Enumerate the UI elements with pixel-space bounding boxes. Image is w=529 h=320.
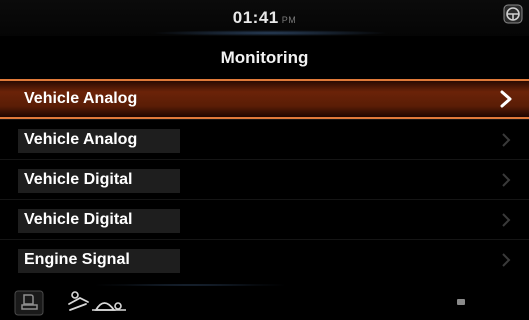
menu-item-engine-signal[interactable]: Engine Signal bbox=[0, 239, 529, 279]
bottom-glow bbox=[90, 284, 290, 286]
chevron-right-icon bbox=[502, 132, 511, 147]
steering-wheel-icon[interactable] bbox=[503, 4, 523, 24]
menu-item-vehicle-analog-1[interactable]: Vehicle Analog bbox=[0, 79, 529, 119]
page-title: Monitoring bbox=[220, 48, 309, 67]
menu-item-vehicle-analog-2[interactable]: Vehicle Analog bbox=[0, 119, 529, 159]
menu-item-vehicle-digital-1[interactable]: Vehicle Digital bbox=[0, 159, 529, 199]
status-glow bbox=[150, 30, 390, 36]
menu-item-label: Vehicle Analog bbox=[24, 130, 138, 148]
bottom-bar bbox=[0, 284, 529, 320]
clock: 01:41 PM bbox=[0, 8, 529, 28]
menu-item-vehicle-digital-2[interactable]: Vehicle Digital bbox=[0, 199, 529, 239]
clock-time: 01:41 bbox=[232, 8, 279, 27]
menu-item-label: Vehicle Analog bbox=[24, 90, 138, 107]
menu-item-label: Engine Signal bbox=[24, 250, 130, 268]
chevron-right-icon bbox=[502, 252, 511, 267]
seat-icon[interactable] bbox=[14, 290, 44, 316]
clock-ampm: PM bbox=[281, 15, 297, 25]
small-indicator-icon[interactable] bbox=[455, 296, 467, 308]
monitoring-menu: Vehicle Analog Vehicle Analog Vehicle Di… bbox=[0, 79, 529, 279]
chevron-right-icon bbox=[500, 90, 512, 108]
status-bar: 01:41 PM bbox=[0, 0, 529, 36]
chevron-right-icon bbox=[502, 172, 511, 187]
operator-turtle-icon[interactable] bbox=[66, 290, 130, 316]
menu-item-label: Vehicle Digital bbox=[24, 210, 133, 228]
chevron-right-icon bbox=[502, 212, 511, 227]
menu-item-label: Vehicle Digital bbox=[24, 170, 133, 188]
